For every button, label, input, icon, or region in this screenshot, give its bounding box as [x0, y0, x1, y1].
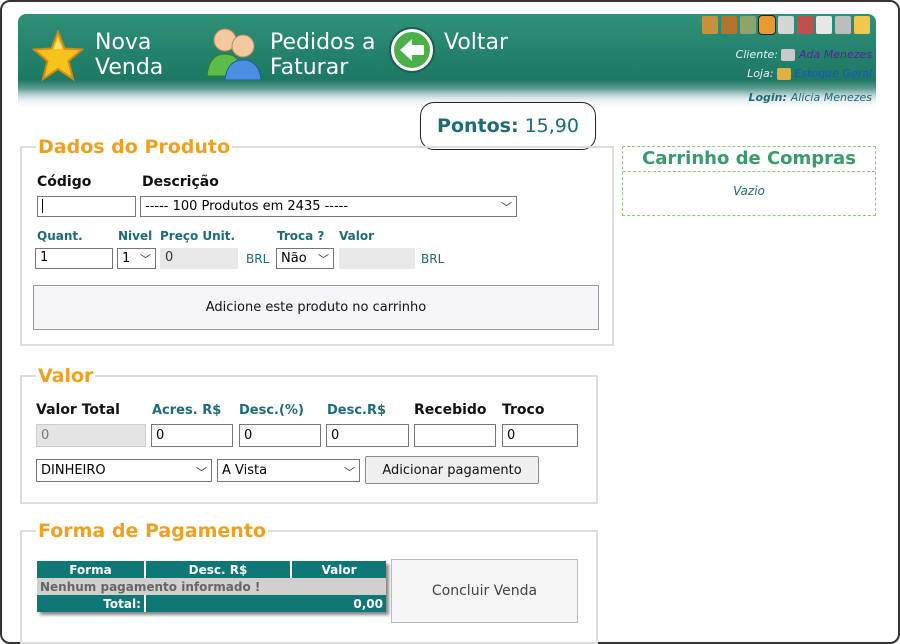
valor-total-input: 0 — [36, 424, 146, 447]
toolbar — [702, 15, 870, 35]
descricao-select[interactable]: ----- 100 Produtos em 2435 ----- ﹀ — [140, 196, 517, 217]
preco-unit: BRL — [246, 252, 270, 266]
cart-icon[interactable] — [797, 16, 813, 34]
login-label: Login: — [748, 91, 787, 104]
codigo-label: Código — [37, 174, 92, 190]
valor-legend: Valor — [38, 365, 94, 387]
pedidos-label-1: Pedidos a — [270, 30, 376, 55]
box-edit-icon[interactable] — [721, 16, 737, 34]
recebido-input[interactable] — [414, 424, 496, 447]
valor-total-label: Valor Total — [36, 402, 120, 418]
chevron-down-icon: ﹀ — [196, 466, 207, 479]
total-value: 0,00 — [145, 595, 386, 612]
client-icon — [781, 49, 796, 61]
cart-empty-text: Vazio — [733, 184, 765, 198]
descricao-label: Descrição — [142, 174, 219, 190]
troco-input[interactable]: 0 — [502, 424, 578, 447]
payment-method-select[interactable]: DINHEIRO ﹀ — [36, 459, 212, 482]
desc-rs-label: Desc.R$ — [327, 403, 387, 418]
desc-percent-label: Desc.(%) — [239, 403, 304, 418]
payment-term-select[interactable]: A Vista ﹀ — [217, 459, 360, 482]
loja-info: Loja: Estoque Geral — [747, 67, 872, 80]
document-icon[interactable] — [816, 16, 832, 34]
loja-label: Loja: — [747, 67, 774, 80]
total-row: Total: 0,00 — [37, 595, 386, 612]
voltar-button[interactable]: Voltar — [444, 30, 508, 55]
printer-icon[interactable] — [835, 16, 851, 34]
login-value: Alicia Menezes — [790, 91, 872, 104]
nivel-value: 1 — [122, 251, 131, 266]
empty-payments: Nenhum pagamento informado ! — [37, 578, 386, 595]
star-icon[interactable] — [32, 30, 84, 82]
points-value: 15,90 — [524, 115, 579, 137]
nova-venda-button[interactable]: Nova Venda — [95, 30, 163, 80]
acres-label: Acres. R$ — [152, 403, 222, 418]
pedidos-faturar-button[interactable]: Pedidos a Faturar — [270, 30, 375, 80]
col-desc: Desc. R$ — [145, 561, 293, 578]
payment-term-value: A Vista — [222, 463, 268, 478]
table-header-row: Forma Desc. R$ Valor — [37, 561, 386, 578]
desc-rs-input[interactable]: 0 — [326, 424, 409, 447]
nova-venda-label-1: Nova — [95, 30, 152, 55]
loja-value[interactable]: Estoque Geral — [794, 67, 872, 80]
cart-title: Carrinho de Compras — [623, 147, 875, 172]
table-row: Nenhum pagamento informado ! — [37, 578, 386, 595]
chevron-down-icon: ﹀ — [501, 201, 512, 214]
cliente-label: Cliente: — [735, 48, 778, 61]
store-icon — [776, 68, 791, 80]
preco-input: 0 — [160, 248, 238, 269]
cliente-value[interactable]: Ada Menezes — [799, 48, 872, 61]
quant-input[interactable]: 1 — [35, 248, 113, 269]
troca-label: Troca ? — [277, 229, 325, 243]
add-to-cart-button[interactable]: Adicione este produto no carrinho — [33, 285, 599, 330]
cliente-info: Cliente: Ada Menezes — [736, 48, 872, 61]
truck-icon[interactable] — [740, 16, 756, 34]
total-label: Total: — [37, 595, 146, 612]
shopping-cart-panel: Carrinho de Compras Vazio — [622, 146, 876, 216]
nivel-select[interactable]: 1 ﹀ — [117, 248, 156, 269]
points-label: Pontos: — [437, 115, 519, 137]
payments-table: Forma Desc. R$ Valor Nenhum pagamento in… — [37, 561, 386, 612]
box-icon[interactable] — [702, 16, 718, 34]
codigo-input[interactable] — [37, 196, 136, 217]
forma-legend: Forma de Pagamento — [38, 520, 266, 542]
nivel-label: Nivel — [118, 229, 153, 243]
user-icon[interactable] — [758, 15, 776, 35]
payment-method-value: DINHEIRO — [41, 463, 106, 478]
chevron-down-icon: ﹀ — [318, 253, 329, 266]
concluir-venda-button[interactable]: Concluir Venda — [391, 559, 578, 623]
lock-icon[interactable] — [854, 16, 870, 34]
col-valor: Valor — [292, 561, 386, 578]
acres-input[interactable]: 0 — [151, 424, 233, 447]
login-info: Login: Alicia Menezes — [748, 91, 872, 104]
chevron-down-icon: ﹀ — [140, 253, 151, 266]
descricao-value: ----- 100 Produtos em 2435 ----- — [145, 199, 349, 214]
troca-value: Não — [281, 251, 307, 266]
troca-select[interactable]: Não ﹀ — [276, 248, 334, 269]
voltar-label: Voltar — [444, 30, 509, 55]
valor-unit: BRL — [421, 252, 445, 266]
preco-label: Preço Unit. — [160, 229, 236, 243]
add-payment-button[interactable]: Adicionar pagamento — [365, 456, 539, 484]
pedidos-label-2: Faturar — [270, 55, 349, 80]
quant-label: Quant. — [37, 229, 83, 243]
valor-label: Valor — [339, 229, 375, 243]
troco-label: Troco — [502, 402, 545, 418]
people-icon[interactable] — [205, 24, 263, 80]
valor-input — [339, 248, 415, 269]
nova-venda-label-2: Venda — [95, 55, 164, 80]
recebido-label: Recebido — [414, 402, 487, 418]
col-forma: Forma — [37, 561, 146, 578]
product-legend: Dados do Produto — [38, 136, 231, 158]
back-arrow-icon[interactable] — [388, 26, 436, 74]
desc-percent-input[interactable]: 0 — [239, 424, 321, 447]
tag-icon[interactable] — [778, 16, 794, 34]
chevron-down-icon: ﹀ — [344, 466, 355, 479]
